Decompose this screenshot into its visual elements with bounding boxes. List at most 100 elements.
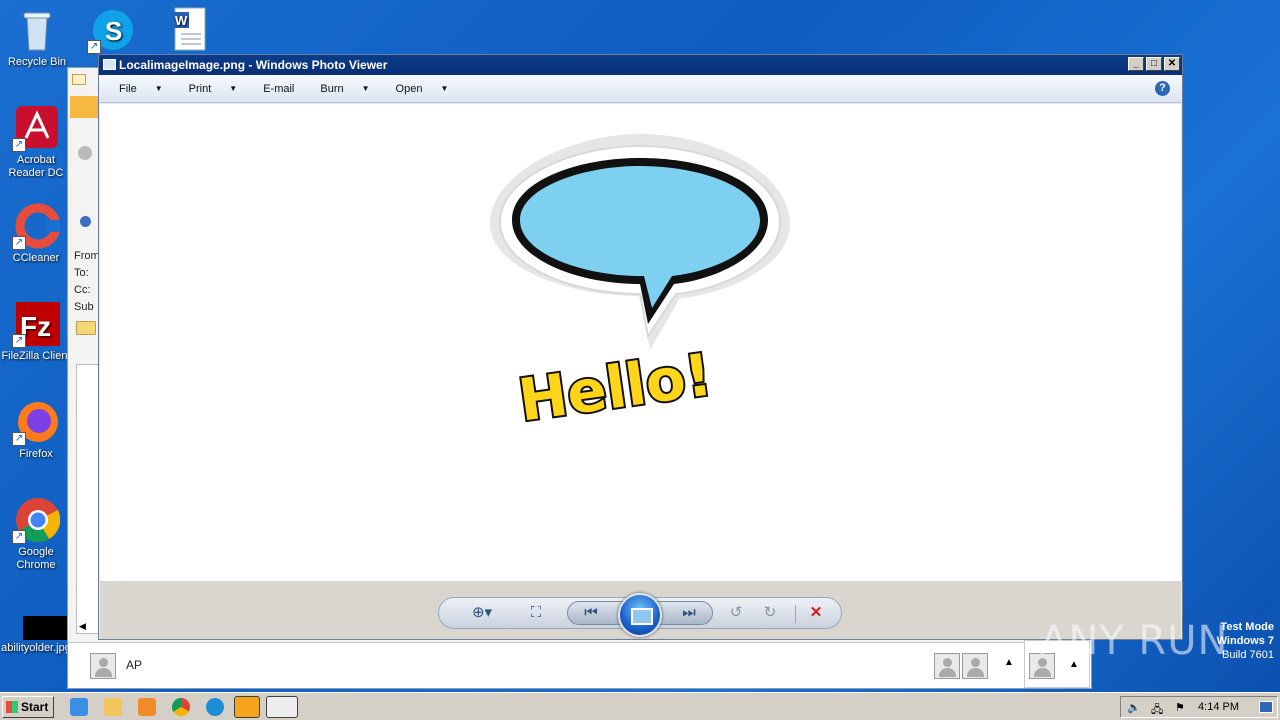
dropdown-arrow-icon: ▼ <box>154 84 163 93</box>
help-icon[interactable]: ? <box>1155 81 1170 96</box>
contact-avatar-icon[interactable] <box>90 653 116 679</box>
desktop-icon-label: FileZilla Client <box>1 350 71 362</box>
shortcut-arrow-icon: ↗ <box>12 138 26 152</box>
menu-bar: File ▼ Print ▼ E-mail Burn ▼ Open ▼ ? <box>99 75 1182 103</box>
menu-burn-label: Burn <box>320 82 344 95</box>
show-desktop-icon[interactable] <box>1259 701 1273 713</box>
menu-burn[interactable]: Burn ▼ <box>320 83 369 95</box>
people-pane: AP ▲ <box>68 642 1091 688</box>
dropdown-arrow-icon: ▼ <box>440 84 449 93</box>
desktop-icon-label: Recycle Bin <box>7 56 67 68</box>
menu-email-label: E-mail <box>263 82 295 95</box>
outlook-taskbar-button[interactable] <box>234 696 260 718</box>
zoom-icon[interactable]: ⊕▾ <box>465 603 499 623</box>
shortcut-arrow-icon: ↗ <box>87 40 101 54</box>
clock[interactable]: 4:14 PM <box>1198 701 1239 713</box>
firefox-icon: ↗ <box>12 398 60 446</box>
menu-open[interactable]: Open ▼ <box>396 83 449 95</box>
dropdown-arrow-icon: ▼ <box>361 84 370 93</box>
menu-file-label: File <box>119 82 137 95</box>
menu-email[interactable]: E-mail <box>263 83 294 95</box>
desktop-icon-label: Google Chrome <box>16 546 56 571</box>
separator <box>795 605 796 623</box>
photo-viewer-taskbar-button[interactable] <box>266 696 298 718</box>
menu-print[interactable]: Print ▼ <box>189 83 238 95</box>
previous-icon[interactable]: ⏮ <box>580 603 602 623</box>
desktop-icon-firefox[interactable]: ↗ Firefox <box>1 398 71 461</box>
desktop-icon-label: Acrobat Reader DC <box>8 154 64 179</box>
title-bar[interactable]: LocalimageImage.png - Windows Photo View… <box>99 55 1182 75</box>
controls-toolbar: ⊕▾ ⛶ ⏮ ⏭ ↺ ↻ ✕ <box>438 593 842 637</box>
word-document-icon: W <box>163 6 211 54</box>
next-icon[interactable]: ⏭ <box>678 603 700 623</box>
svg-text:W: W <box>175 13 188 28</box>
chrome-icon: ↗ <box>12 496 61 544</box>
acrobat-icon: ↗ <box>12 104 60 152</box>
test-mode-line2: Windows 7 <box>1216 635 1274 647</box>
svg-text:S: S <box>105 16 122 46</box>
skype-icon: S ↗ <box>87 6 135 54</box>
desktop-icon-ccleaner[interactable]: ↗ CCleaner <box>1 202 71 265</box>
field-to-label: To: <box>74 267 89 279</box>
rotate-clockwise-icon[interactable]: ↻ <box>759 603 781 623</box>
taskbar: Start 🔈 🖧 ⚑ 4:14 PM <box>0 692 1280 720</box>
hello-text: Hello! <box>514 340 716 434</box>
collapse-chevron-icon[interactable]: ▲ <box>1004 657 1014 668</box>
envelope-icon <box>72 74 86 85</box>
dropdown-arrow-icon: ▼ <box>229 84 238 93</box>
desktop-icon-chrome[interactable]: ↗ Google Chrome <box>1 496 71 572</box>
system-tray: 🔈 🖧 ⚑ 4:14 PM <box>1120 696 1278 718</box>
actual-size-icon[interactable]: ⛶ <box>525 603 547 623</box>
internet-explorer-icon[interactable] <box>70 698 88 716</box>
delete-icon[interactable]: ✕ <box>805 603 827 623</box>
close-button[interactable]: ✕ <box>1164 57 1180 71</box>
desktop-icon-image-file[interactable]: abilityolder.jpg <box>1 612 71 655</box>
filezilla-icon: Fz ↗ <box>12 300 60 348</box>
ccleaner-icon: ↗ <box>12 202 61 250</box>
desktop-icon-skype[interactable]: S ↗ <box>76 6 146 56</box>
photo-viewer-window: LocalimageImage.png - Windows Photo View… <box>98 54 1183 640</box>
chrome-taskbar-icon[interactable] <box>172 698 190 716</box>
shortcut-arrow-icon: ↗ <box>12 334 26 348</box>
test-mode-line1: Test Mode <box>1220 621 1274 633</box>
attachment-icon <box>76 321 96 335</box>
menu-file[interactable]: File ▼ <box>119 83 163 95</box>
action-center-flag-icon[interactable]: ⚑ <box>1175 701 1185 714</box>
shortcut-arrow-icon: ↗ <box>12 236 26 250</box>
recycle-bin-icon <box>13 6 61 54</box>
media-player-icon[interactable] <box>138 698 156 716</box>
watermark-text: ANY RUN <box>1040 618 1229 664</box>
desktop-icon-filezilla[interactable]: Fz ↗ FileZilla Client <box>1 300 71 363</box>
field-subject-label: Sub <box>74 301 94 313</box>
test-mode-label: Test Mode Windows 7 Build 7601 <box>1217 620 1274 662</box>
desktop-icon-word-doc[interactable]: W <box>152 6 222 56</box>
field-from-label: From <box>74 250 100 262</box>
mail-header-fields: From To: Cc: Sub <box>74 248 100 316</box>
desktop-icon-acrobat[interactable]: ↗ Acrobat Reader DC <box>1 104 71 180</box>
hello-speech-bubble-image: Hello! <box>490 134 790 437</box>
shortcut-arrow-icon: ↗ <box>12 432 26 446</box>
contact-avatar-icon[interactable] <box>962 653 988 679</box>
maximize-button[interactable]: □ <box>1146 57 1162 71</box>
slideshow-button[interactable] <box>618 593 662 637</box>
edge-icon[interactable] <box>206 698 224 716</box>
desktop-icon-label: abilityolder.jpg <box>1 642 71 654</box>
shortcut-arrow-icon: ↗ <box>12 530 26 544</box>
minimize-button[interactable]: _ <box>1128 57 1144 71</box>
start-button[interactable]: Start <box>2 696 54 718</box>
menu-print-label: Print <box>188 82 212 95</box>
desktop-icon-label: CCleaner <box>12 252 60 264</box>
network-icon[interactable]: 🖧 <box>1151 701 1163 720</box>
scroll-left-arrow-icon[interactable]: ◀ <box>79 621 91 633</box>
volume-icon[interactable]: 🔈 <box>1127 701 1141 714</box>
desktop: Recycle Bin S ↗ W ↗ Acrobat Reader DC ↗ … <box>0 0 1280 692</box>
explorer-folder-icon[interactable] <box>104 698 122 716</box>
rotate-counterclockwise-icon[interactable]: ↺ <box>725 603 747 623</box>
contact-name[interactable]: AP <box>126 658 142 672</box>
window-title: LocalimageImage.png - Windows Photo View… <box>119 58 388 72</box>
field-cc-label: Cc: <box>74 284 91 296</box>
playback-controls-area: ⊕▾ ⛶ ⏮ ⏭ ↺ ↻ ✕ <box>100 581 1181 639</box>
image-file-thumbnail <box>12 612 69 640</box>
desktop-icon-recycle-bin[interactable]: Recycle Bin <box>2 6 72 69</box>
contact-avatar-icon[interactable] <box>934 653 960 679</box>
